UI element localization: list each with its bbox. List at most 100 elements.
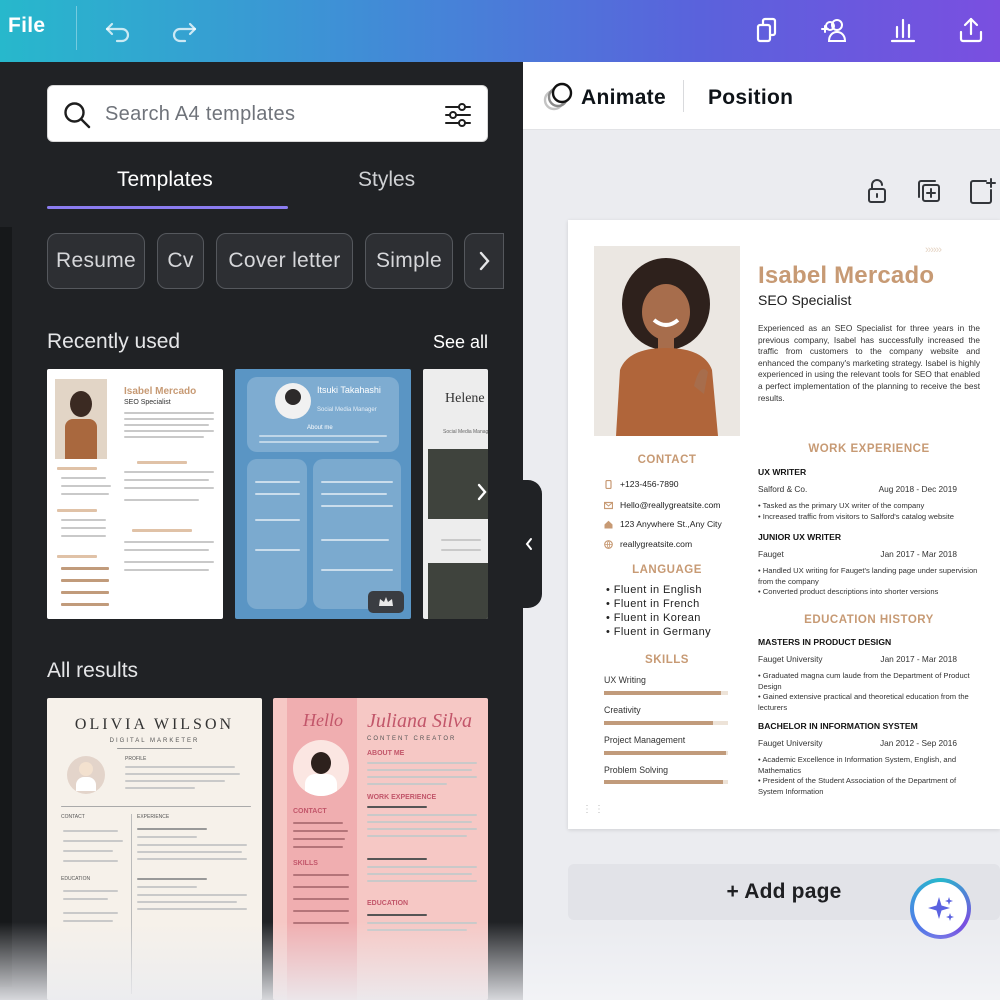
language-item[interactable]: • Fluent in English xyxy=(606,584,702,596)
job-bullet[interactable]: • Increased traffic from visitors to Sal… xyxy=(758,512,980,523)
text-line xyxy=(124,412,214,414)
tab-styles[interactable]: Styles xyxy=(358,168,415,192)
add-people-icon[interactable] xyxy=(816,12,852,48)
thumbnail-script: Hello xyxy=(303,710,343,730)
text-line xyxy=(293,830,348,832)
chips-next-button[interactable] xyxy=(464,233,504,289)
text-line xyxy=(367,866,477,868)
template-thumbnail-isabel[interactable]: Isabel Mercado SEO Specialist xyxy=(47,369,223,619)
filter-chip-cv[interactable]: Cv xyxy=(157,233,204,289)
collapse-panel-button[interactable] xyxy=(516,480,542,608)
filter-chip-simple[interactable]: Simple xyxy=(365,233,453,289)
job-bullet[interactable]: • Tasked as the primary UX writer of the… xyxy=(758,501,980,512)
text-line xyxy=(61,591,109,594)
contact-heading[interactable]: CONTACT xyxy=(594,454,740,466)
resume-page-canvas[interactable]: ›››››› Isabel Mercado SEO Specialist Exp… xyxy=(568,220,1000,829)
text-line xyxy=(137,858,247,860)
text-line xyxy=(255,519,300,521)
carousel-next-icon[interactable] xyxy=(471,481,488,503)
degree-bullet[interactable]: • President of the Student Association o… xyxy=(758,776,980,797)
template-thumbnail-helene[interactable]: Helene Paquet Social Media Manager xyxy=(423,369,488,619)
degree-bullet[interactable]: • Graduated magna cum laude from the Dep… xyxy=(758,671,980,692)
degree-title[interactable]: BACHELOR IN INFORMATION SYSTEM xyxy=(758,721,918,731)
text-line xyxy=(61,603,109,606)
degree-bullet[interactable]: • Gained extensive practical and theoret… xyxy=(758,692,980,713)
text-line xyxy=(124,430,214,432)
page-resize-handle-icon[interactable]: ⋮⋮ xyxy=(582,804,606,815)
insights-icon[interactable] xyxy=(885,12,921,48)
contact-phone[interactable]: +123-456-7890 xyxy=(604,479,679,489)
position-button[interactable]: Position xyxy=(708,86,793,110)
degree-dates: Jan 2012 - Sep 2016 xyxy=(879,738,957,748)
degree-bullet[interactable]: • Academic Excellence in Information Sys… xyxy=(758,755,980,776)
contact-email[interactable]: Hello@reallygreatsite.com xyxy=(604,500,720,510)
panel-bottom-fade xyxy=(0,922,523,1000)
duplicate-page-icon[interactable] xyxy=(914,176,944,206)
resume-job-title[interactable]: SEO Specialist xyxy=(758,292,851,308)
contact-address[interactable]: 123 Anywhere St.,Any City xyxy=(604,519,722,529)
skills-heading[interactable]: SKILLS xyxy=(594,654,740,666)
text-line xyxy=(255,481,300,483)
skill-bar xyxy=(604,751,728,755)
resume-summary[interactable]: Experienced as an SEO Specialist for thr… xyxy=(758,323,980,404)
text-line xyxy=(63,850,113,852)
thumbnail-avatar xyxy=(293,740,349,796)
text-line xyxy=(63,860,118,862)
thumbnail-role: SEO Specialist xyxy=(124,399,171,406)
education-heading[interactable]: EDUCATION HISTORY xyxy=(758,614,980,626)
skill-label[interactable]: Problem Solving xyxy=(604,765,668,775)
template-thumbnail-itsuki[interactable]: Itsuki Takahashi Social Media Manager Ab… xyxy=(235,369,411,619)
text-line xyxy=(367,873,472,875)
home-icon xyxy=(604,520,613,529)
skill-label[interactable]: Project Management xyxy=(604,735,685,745)
degree-meta[interactable]: Fauget University Jan 2012 - Sep 2016 xyxy=(758,738,957,748)
skill-label[interactable]: UX Writing xyxy=(604,675,646,685)
resume-name[interactable]: Isabel Mercado xyxy=(758,262,934,290)
text-line xyxy=(125,787,195,789)
side-rail xyxy=(0,227,12,987)
share-upload-icon[interactable] xyxy=(953,12,989,48)
thumbnail-section: WORK EXPERIENCE xyxy=(367,794,437,801)
contact-website[interactable]: reallygreatsite.com xyxy=(604,539,692,549)
text-line xyxy=(57,555,97,558)
text-line xyxy=(61,579,109,582)
template-search-input[interactable]: Search A4 templates xyxy=(47,85,488,142)
redo-icon[interactable] xyxy=(166,12,202,48)
text-line xyxy=(63,830,118,832)
language-item[interactable]: • Fluent in Korean xyxy=(606,612,701,624)
job-meta[interactable]: Fauget Jan 2017 - Mar 2018 xyxy=(758,549,957,559)
text-line xyxy=(61,519,106,521)
filter-icon[interactable] xyxy=(443,100,473,130)
see-all-link[interactable]: See all xyxy=(433,332,488,353)
skill-label[interactable]: Creativity xyxy=(604,705,641,715)
add-page-icon[interactable] xyxy=(966,176,996,206)
lock-icon[interactable] xyxy=(862,176,892,206)
job-bullet[interactable]: • Converted product descriptions into sh… xyxy=(758,587,980,598)
text-line xyxy=(61,485,111,487)
undo-icon[interactable] xyxy=(100,12,136,48)
top-toolbar: File xyxy=(0,0,1000,62)
all-results-title: All results xyxy=(47,659,139,682)
tab-templates[interactable]: Templates xyxy=(117,168,213,192)
language-item[interactable]: • Fluent in Germany xyxy=(606,626,711,638)
duplicate-pages-icon[interactable] xyxy=(749,12,785,48)
filter-chip-resume[interactable]: Resume xyxy=(47,233,145,289)
animate-button[interactable]: Animate xyxy=(581,86,666,110)
profile-photo[interactable] xyxy=(594,246,740,436)
work-experience-heading[interactable]: WORK EXPERIENCE xyxy=(758,443,980,455)
text-line xyxy=(137,844,247,846)
filter-chip-cover-letter[interactable]: Cover letter xyxy=(216,233,353,289)
text-line xyxy=(124,569,209,571)
degree-meta[interactable]: Fauget University Jan 2017 - Mar 2018 xyxy=(758,654,957,664)
thumbnail-section: EXPERIENCE xyxy=(137,814,170,820)
job-title[interactable]: JUNIOR UX WRITER xyxy=(758,532,841,542)
degree-title[interactable]: MASTERS IN PRODUCT DESIGN xyxy=(758,637,891,647)
text-line xyxy=(137,461,187,464)
language-heading[interactable]: LANGUAGE xyxy=(594,564,740,576)
language-item[interactable]: • Fluent in French xyxy=(606,598,700,610)
thumbnail-avatar xyxy=(275,383,311,419)
job-title[interactable]: UX WRITER xyxy=(758,467,806,477)
job-bullet[interactable]: • Handled UX writing for Fauget's landin… xyxy=(758,566,980,587)
job-meta[interactable]: Salford & Co. Aug 2018 - Dec 2019 xyxy=(758,484,957,494)
file-menu[interactable]: File xyxy=(8,14,45,38)
